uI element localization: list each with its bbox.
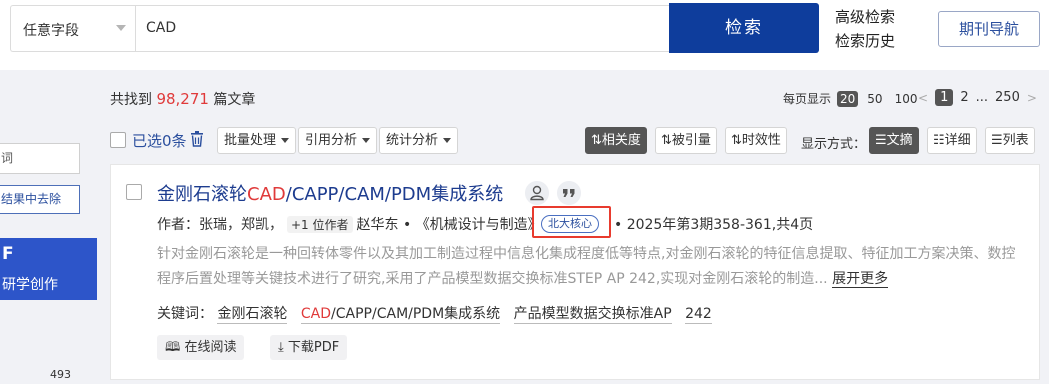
sort-cited-button[interactable]: ⇅被引量 xyxy=(655,127,717,154)
search-button[interactable]: 检索 xyxy=(669,3,819,53)
user-icon[interactable] xyxy=(525,181,549,205)
list-icon: ☰ xyxy=(875,133,887,148)
download-icon: ⤓ xyxy=(278,340,288,355)
keyword-link[interactable]: 产品模型数据交换标准AP xyxy=(513,306,672,324)
sort-icon: ⇅ xyxy=(661,133,672,148)
title-post: /CAPP/CAM/PDM集成系统 xyxy=(285,184,504,205)
citation-analysis-label: 引用分析 xyxy=(305,133,358,148)
authors[interactable]: 张瑞，郑凯， xyxy=(199,217,283,233)
keyword-rest: /CAPP/CAM/PDM集成系统 xyxy=(331,306,501,322)
display-list-button[interactable]: ☰列表 xyxy=(985,127,1035,154)
display-mode-label: 显示方式： xyxy=(801,137,867,152)
result-title[interactable]: 金刚石滚轮CAD/CAPP/CAM/PDM集成系统 xyxy=(157,180,503,206)
read-online-button[interactable]: 🕮 在线阅读 xyxy=(157,335,245,360)
citation-analysis-dropdown[interactable]: 引用分析 xyxy=(298,127,378,154)
per-page-label: 每页显示 xyxy=(783,92,832,106)
page-current[interactable]: 1 xyxy=(935,89,954,106)
selected-count[interactable]: 已选0条 xyxy=(132,130,187,151)
found-prefix: 共找到 xyxy=(110,92,152,108)
title-highlight: CAD xyxy=(247,184,286,205)
per-page-option-20[interactable]: 20 xyxy=(837,90,859,107)
book-icon: 🕮 xyxy=(165,340,185,355)
journal-nav-button[interactable]: 期刊导航 xyxy=(938,11,1040,47)
page-ellipsis: ... xyxy=(975,90,989,105)
display-abstract-button[interactable]: ☰文摘 xyxy=(869,127,919,154)
result-meta: 作者：张瑞，郑凯， +1 位作者 赵华东 • 《机械设计与制造》 xyxy=(157,216,542,233)
caret-down-icon xyxy=(362,138,371,143)
caret-down-icon xyxy=(443,138,452,143)
field-select[interactable]: 任意字段 xyxy=(10,5,135,52)
pagination: < 1 2 ... 250 > xyxy=(918,89,1037,106)
result-checkbox[interactable] xyxy=(126,184,142,200)
trash-icon[interactable] xyxy=(190,131,204,147)
title-pre: 金刚石滚轮 xyxy=(157,184,247,205)
keyword-highlight: CAD xyxy=(300,306,332,322)
issue-info: • 2025年第3期358-361,共4页 xyxy=(614,217,814,233)
display-detail-button[interactable]: ☷详细 xyxy=(927,127,977,154)
detail-icon: ☷ xyxy=(933,133,945,148)
core-journal-badge: 北大核心 xyxy=(541,215,599,233)
keyword-link[interactable]: 242 xyxy=(685,306,712,324)
sort-cited-label: 被引量 xyxy=(671,133,711,148)
sort-relevance-label: 相关度 xyxy=(601,133,641,148)
per-page-option-100[interactable]: 100 xyxy=(892,92,921,106)
sidebar-remove-button[interactable]: 结果中去除 xyxy=(0,185,80,214)
download-pdf-button[interactable]: ⤓ 下载PDF xyxy=(270,335,348,360)
next-page-icon[interactable]: > xyxy=(1027,91,1037,105)
result-count: 共找到 98,271 篇文章 xyxy=(110,89,255,109)
batch-process-label: 批量处理 xyxy=(224,133,277,148)
field-select-label: 任意字段 xyxy=(23,23,79,39)
display-list-label: 列表 xyxy=(1002,133,1029,148)
sort-icon: ⇅ xyxy=(731,133,742,148)
per-page-option-50[interactable]: 50 xyxy=(864,92,885,106)
keyword-link[interactable]: 金刚石滚轮 xyxy=(217,306,288,324)
per-page-selector: 每页显示 20 50 100 xyxy=(783,90,920,107)
keywords-label: 关键词： xyxy=(157,306,213,322)
keywords: 关键词： 金刚石滚轮 CAD/CAPP/CAM/PDM集成系统 产品模型数据交换… xyxy=(157,303,721,324)
list-icon: ☰ xyxy=(991,133,1003,148)
sidebar-banner[interactable]: F 研学创作 xyxy=(0,238,97,300)
prev-page-icon[interactable]: < xyxy=(918,91,928,105)
select-all-checkbox[interactable] xyxy=(110,132,126,148)
sort-recency-button[interactable]: ⇅时效性 xyxy=(725,127,787,154)
read-online-label: 在线阅读 xyxy=(184,340,237,355)
sidebar-count: 493 xyxy=(50,368,71,381)
stats-analysis-dropdown[interactable]: 统计分析 xyxy=(379,127,459,154)
search-links: 高级检索 检索历史 xyxy=(835,5,895,53)
banner-title: F xyxy=(2,244,14,264)
found-count: 98,271 xyxy=(156,90,209,108)
page-last[interactable]: 250 xyxy=(995,90,1020,105)
sort-icon: ⇅ xyxy=(591,133,602,148)
advanced-search-link[interactable]: 高级检索 xyxy=(835,5,895,29)
search-input[interactable]: CAD xyxy=(135,5,670,52)
download-pdf-label: 下载PDF xyxy=(287,340,340,355)
chevron-down-icon xyxy=(116,25,126,31)
display-detail-label: 详细 xyxy=(944,133,971,148)
banner-subtitle: 研学创作 xyxy=(2,277,58,293)
found-suffix: 篇文章 xyxy=(213,92,256,108)
sort-relevance-button[interactable]: ⇅相关度 xyxy=(585,127,647,154)
author-extra[interactable]: 赵华东 xyxy=(357,217,399,233)
keyword-link-cad[interactable]: CAD/CAPP/CAM/PDM集成系统 xyxy=(300,306,501,324)
expand-more-link[interactable]: 展开更多 xyxy=(832,271,889,288)
search-history-link[interactable]: 检索历史 xyxy=(835,29,895,53)
journal-link[interactable]: 《机械设计与制造》 xyxy=(416,217,542,233)
display-abstract-label: 文摘 xyxy=(886,133,913,148)
authors-label: 作者： xyxy=(157,217,199,233)
abstract: 针对金刚石滚轮是一种回转体零件以及其加工制造过程中信息化集成程度低等特点,对金刚… xyxy=(157,242,1027,292)
stats-analysis-label: 统计分析 xyxy=(386,133,439,148)
sidebar-filter-input[interactable]: 词 xyxy=(0,143,80,174)
more-authors-badge[interactable]: +1 位作者 xyxy=(287,216,353,233)
batch-process-dropdown[interactable]: 批量处理 xyxy=(217,127,297,154)
page-2[interactable]: 2 xyxy=(960,90,968,105)
quote-icon[interactable] xyxy=(557,181,581,205)
result-card: 金刚石滚轮CAD/CAPP/CAM/PDM集成系统 作者：张瑞，郑凯， +1 位作… xyxy=(110,164,1040,380)
sort-recency-label: 时效性 xyxy=(741,133,781,148)
search-bar: 任意字段 CAD 检索 高级检索 检索历史 期刊导航 xyxy=(0,0,1049,70)
caret-down-icon xyxy=(281,138,290,143)
